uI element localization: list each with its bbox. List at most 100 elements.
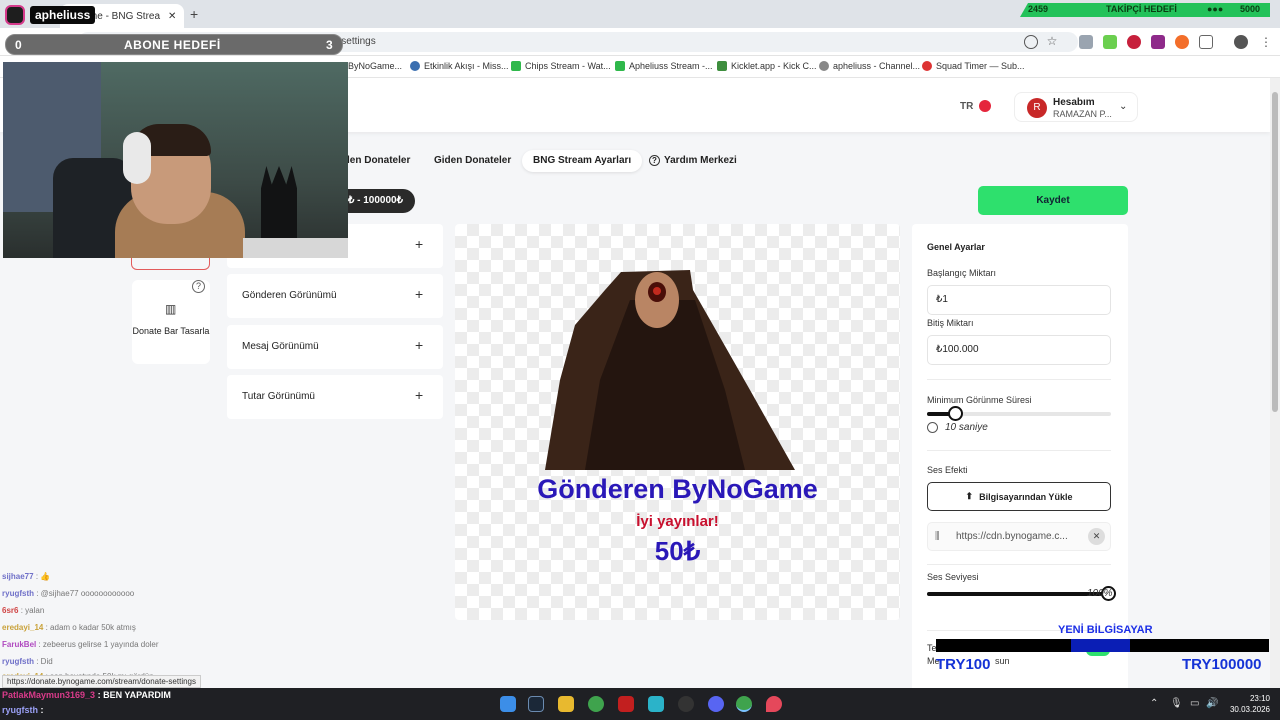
divider	[927, 564, 1111, 565]
account-name: RAMAZAN P...	[1053, 109, 1112, 119]
bookmark-item[interactable]: Apheliuss Stream -...	[615, 61, 713, 71]
volume-slider[interactable]	[927, 592, 1111, 596]
account-menu[interactable]: R Hesabım RAMAZAN P... ⌄	[1014, 92, 1138, 122]
green-extension-icon[interactable]	[1103, 35, 1117, 49]
chat-user: PatlakMaymun3169_3	[2, 690, 96, 700]
tab-help-center[interactable]: ? Yardım Merkezi	[640, 150, 748, 172]
system-clock[interactable]: 23:10 30.03.2026	[1220, 693, 1270, 715]
steam-icon[interactable]	[528, 696, 544, 712]
chat-message: : zebeerus gelirse 1 yayında doler	[38, 640, 159, 649]
profile-icon[interactable]	[1234, 35, 1248, 49]
volume-label: Ses Seviyesi	[927, 572, 979, 582]
bookmark-label: Apheliuss Stream -...	[629, 61, 713, 71]
follower-current: 2459	[1028, 4, 1049, 14]
message-setting-label-end: sun	[995, 656, 1010, 666]
chat-user: ryugfsth	[2, 657, 34, 666]
accordion-label: Gönderen Görünümü	[242, 290, 337, 301]
chat-line: sijhae77 : 👍	[2, 572, 50, 581]
start-amount-input[interactable]: ₺1	[927, 285, 1111, 315]
chat-user: ryugfsth	[2, 589, 34, 598]
chrome-active-icon[interactable]	[736, 696, 752, 712]
follower-goal-dots: ●●●	[1207, 4, 1224, 14]
windows-taskbar: PatlakMaymun3169_3 : BEN YAPARDIM ryugfs…	[0, 688, 1280, 720]
chat-line: 6sr6 : yalan	[2, 606, 44, 615]
plus-icon: +	[415, 337, 424, 353]
tab-incoming-donations[interactable]: len Donateler	[336, 150, 421, 172]
slider-fill	[927, 592, 1111, 596]
bookmark-item[interactable]: ByNoGame...	[348, 61, 402, 71]
network-icon[interactable]: ▭	[1190, 698, 1199, 709]
red-extension-icon[interactable]	[1127, 35, 1141, 49]
shield-extension-icon[interactable]	[1079, 35, 1093, 49]
min-display-slider-handle[interactable]	[947, 406, 963, 421]
chat-highlight-line: ryugfsth :	[2, 705, 44, 715]
orange-extension-icon[interactable]	[1175, 35, 1189, 49]
bookmark-label: Etkinlik Akışı - Miss...	[424, 61, 509, 71]
alert-gif-image	[545, 270, 795, 470]
bookmark-item[interactable]: Chips Stream - Wat...	[511, 61, 611, 71]
menu-dots-icon[interactable]: ⋮	[1258, 34, 1274, 50]
accordion-message-appearance[interactable]: Mesaj Görünümü +	[227, 325, 443, 369]
chat-message: :	[40, 705, 44, 715]
tab-close-icon[interactable]: ✕	[168, 11, 176, 22]
map-pin-icon[interactable]	[766, 696, 782, 712]
app-red-icon[interactable]	[618, 696, 634, 712]
chat-line: FarukBel : zebeerus gelirse 1 yayında do…	[2, 640, 159, 649]
new-tab-icon[interactable]: +	[190, 6, 198, 22]
pc-goal-bar	[936, 639, 1269, 652]
instagram-handle: apheliuss	[30, 6, 96, 24]
chat-highlight-line: PatlakMaymun3169_3 : BEN YAPARDIM	[2, 690, 171, 700]
plus-icon: +	[415, 387, 424, 403]
folder-icon[interactable]	[558, 696, 574, 712]
chat-message: : 👍	[35, 572, 51, 581]
extensions-puzzle-icon[interactable]	[1199, 35, 1213, 49]
bar-chart-icon: ▥	[165, 302, 177, 316]
chevron-down-icon: ⌄	[1119, 101, 1128, 112]
start-amount-label: Başlangıç Miktarı	[927, 268, 997, 278]
chrome-icon[interactable]	[588, 696, 604, 712]
tab-stream-settings[interactable]: BNG Stream Ayarları	[522, 150, 643, 172]
microphone-icon[interactable]: 🎙	[1170, 698, 1183, 709]
upload-button[interactable]: ⬆ Bilgisayarından Yükle	[927, 482, 1111, 511]
eye-off-icon[interactable]	[1024, 35, 1038, 49]
bookmark-item[interactable]: apheliuss - Channel...	[819, 61, 920, 71]
purple-extension-icon[interactable]	[1151, 35, 1165, 49]
chat-line: eredayi_14 : adam o kadar 50k atmış	[2, 623, 136, 632]
obs-icon[interactable]	[678, 696, 694, 712]
end-amount-input[interactable]: ₺100.000	[927, 335, 1111, 365]
bookmark-label: apheliuss - Channel...	[833, 61, 921, 71]
tab-outgoing-donations[interactable]: Giden Donateler	[423, 150, 522, 172]
chat-user: ryugfsth	[2, 705, 38, 715]
subscriber-goal-bar: 0 ABONE HEDEFİ 3	[5, 34, 343, 55]
donate-bar-designer-card[interactable]: ? ▥ Donate Bar Tasarla	[132, 280, 210, 364]
help-icon[interactable]: ?	[192, 280, 205, 293]
instagram-icon	[5, 5, 25, 25]
selected-card-outline	[131, 258, 210, 270]
bookmark-item[interactable]: Etkinlik Akışı - Miss...	[410, 61, 509, 71]
scrollbar-thumb[interactable]	[1272, 92, 1278, 412]
sound-url-text: https://cdn.bynogame.c...	[956, 531, 1068, 542]
accordion-sender-appearance[interactable]: Gönderen Görünümü +	[227, 274, 443, 318]
clear-icon[interactable]: ✕	[1088, 528, 1105, 545]
start-icon[interactable]	[500, 696, 516, 712]
bookmark-item[interactable]: Kicklet.app - Kick C...	[717, 61, 817, 71]
app-cyan-icon[interactable]	[648, 696, 664, 712]
volume-icon[interactable]: 🔊	[1206, 698, 1218, 709]
chat-message: : yalan	[20, 606, 45, 615]
turkey-flag-icon	[979, 100, 992, 112]
help-circle-icon: ?	[649, 155, 660, 166]
star-icon[interactable]: ☆	[1044, 33, 1060, 49]
chat-user: FarukBel	[2, 640, 37, 649]
language-switcher[interactable]: TR	[960, 100, 992, 112]
tray-chevron-icon[interactable]: ⌃	[1150, 698, 1158, 709]
bookmark-item[interactable]: Squad Timer — Sub...	[922, 61, 1025, 71]
sound-url-field[interactable]: ⫼ https://cdn.bynogame.c... ✕	[927, 522, 1111, 551]
kicklet-icon	[717, 61, 727, 71]
pc-goal-label: YENİ BİLGİSAYAR	[1058, 624, 1153, 636]
save-button[interactable]: Kaydet	[978, 186, 1128, 215]
helmet-figure	[261, 166, 297, 240]
accordion-amount-appearance[interactable]: Tutar Görünümü +	[227, 375, 443, 419]
page-scrollbar[interactable]	[1270, 78, 1280, 688]
discord-icon[interactable]	[708, 696, 724, 712]
alert-preview: Gönderen ByNoGame İyi yayınlar! 50₺	[455, 224, 900, 620]
